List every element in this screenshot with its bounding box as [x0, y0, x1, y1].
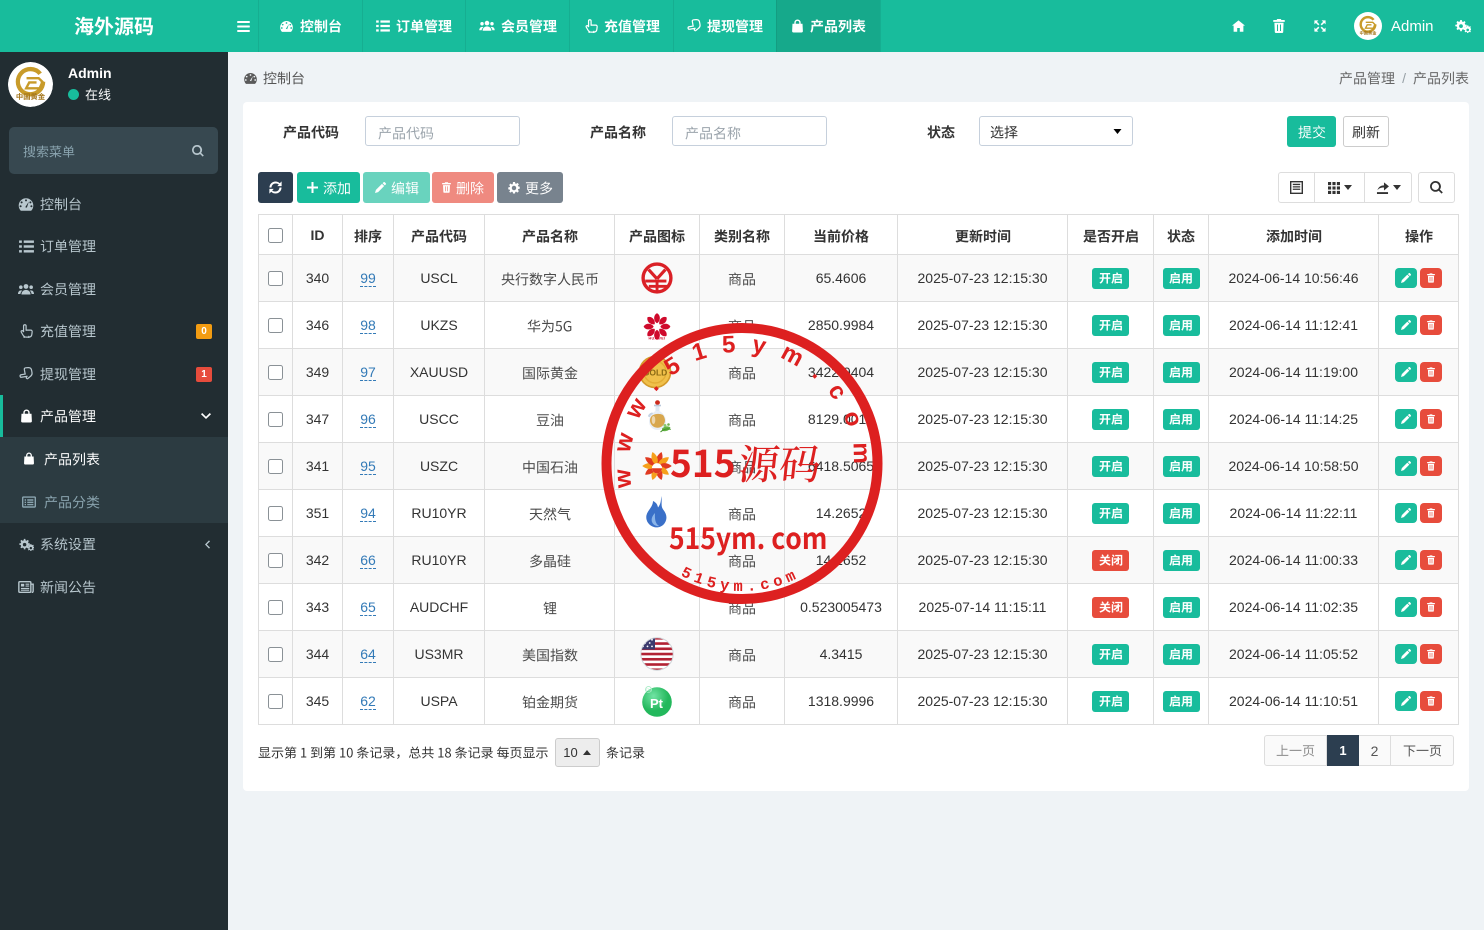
svg-text:www.515ym.com: www.515ym.com	[608, 330, 875, 489]
svg-text:Pt: Pt	[650, 696, 664, 711]
svg-text:TM: TM	[645, 687, 652, 692]
